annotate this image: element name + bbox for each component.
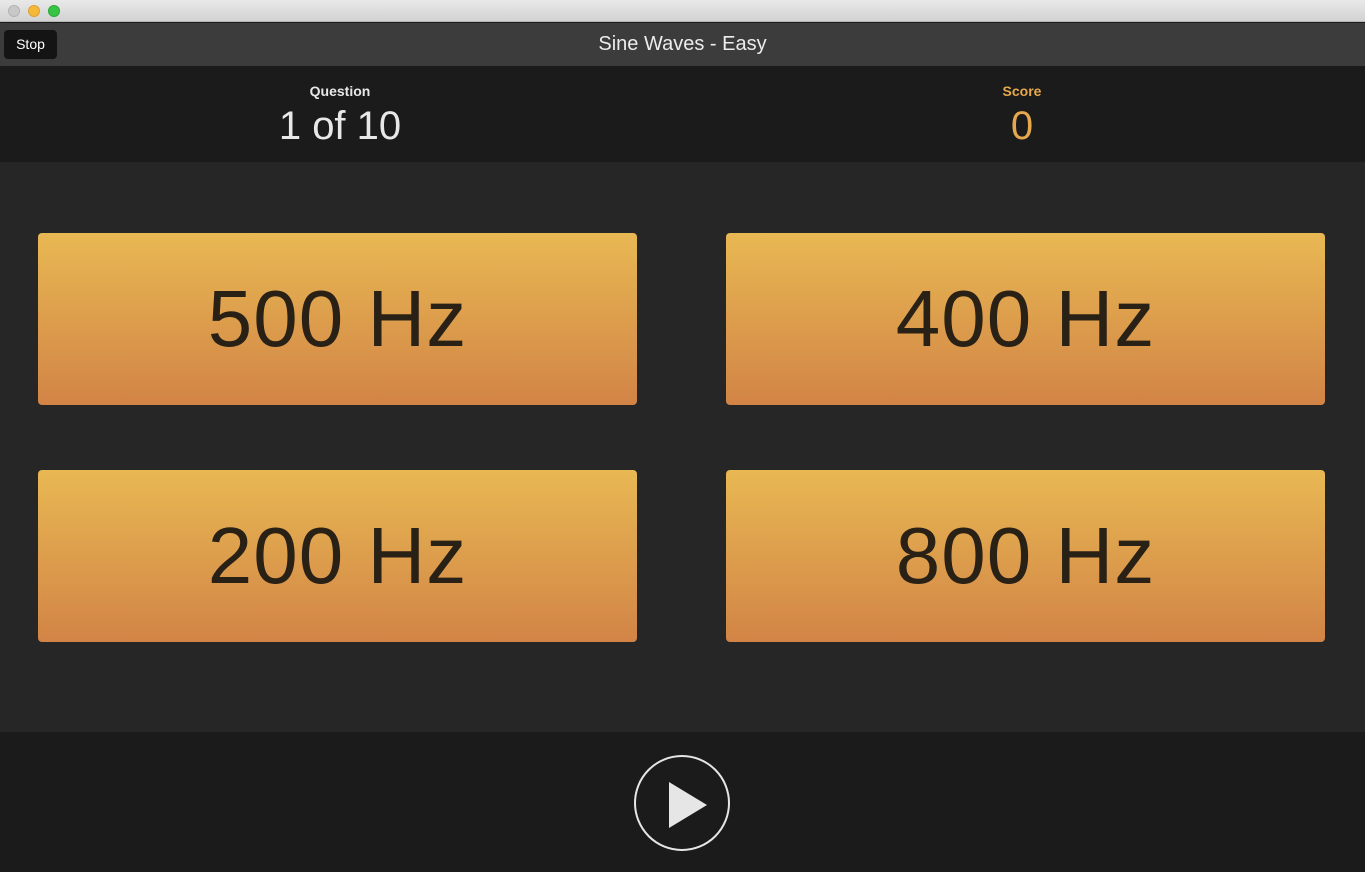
answer-button-1[interactable]: 500 Hz xyxy=(38,233,637,405)
stop-button[interactable]: Stop xyxy=(4,30,57,59)
question-progress: 1 of 10 xyxy=(278,104,402,148)
score-label: Score xyxy=(1002,83,1042,99)
stats-bar: Question 1 of 10 Score 0 xyxy=(0,66,1365,162)
question-label: Question xyxy=(309,83,371,99)
zoom-window-button[interactable] xyxy=(48,5,60,17)
app-window: Stop Sine Waves - Easy Question 1 of 10 … xyxy=(0,0,1365,872)
window-title: Sine Waves - Easy xyxy=(598,33,767,55)
play-button[interactable] xyxy=(634,755,730,851)
toolbar: Stop Sine Waves - Easy xyxy=(0,23,1365,66)
close-window-button[interactable] xyxy=(8,5,20,17)
answer-button-3[interactable]: 200 Hz xyxy=(38,470,637,642)
minimize-window-button[interactable] xyxy=(28,5,40,17)
play-icon xyxy=(669,782,707,828)
score-value: 0 xyxy=(1010,104,1034,148)
answer-button-2[interactable]: 400 Hz xyxy=(726,233,1325,405)
title-bar xyxy=(0,0,1365,22)
answer-grid: 500 Hz 400 Hz 200 Hz 800 Hz xyxy=(0,162,1365,732)
question-stat: Question 1 of 10 xyxy=(190,82,490,150)
score-stat: Score 0 xyxy=(872,82,1172,150)
answer-button-4[interactable]: 800 Hz xyxy=(726,470,1325,642)
footer xyxy=(0,732,1365,872)
